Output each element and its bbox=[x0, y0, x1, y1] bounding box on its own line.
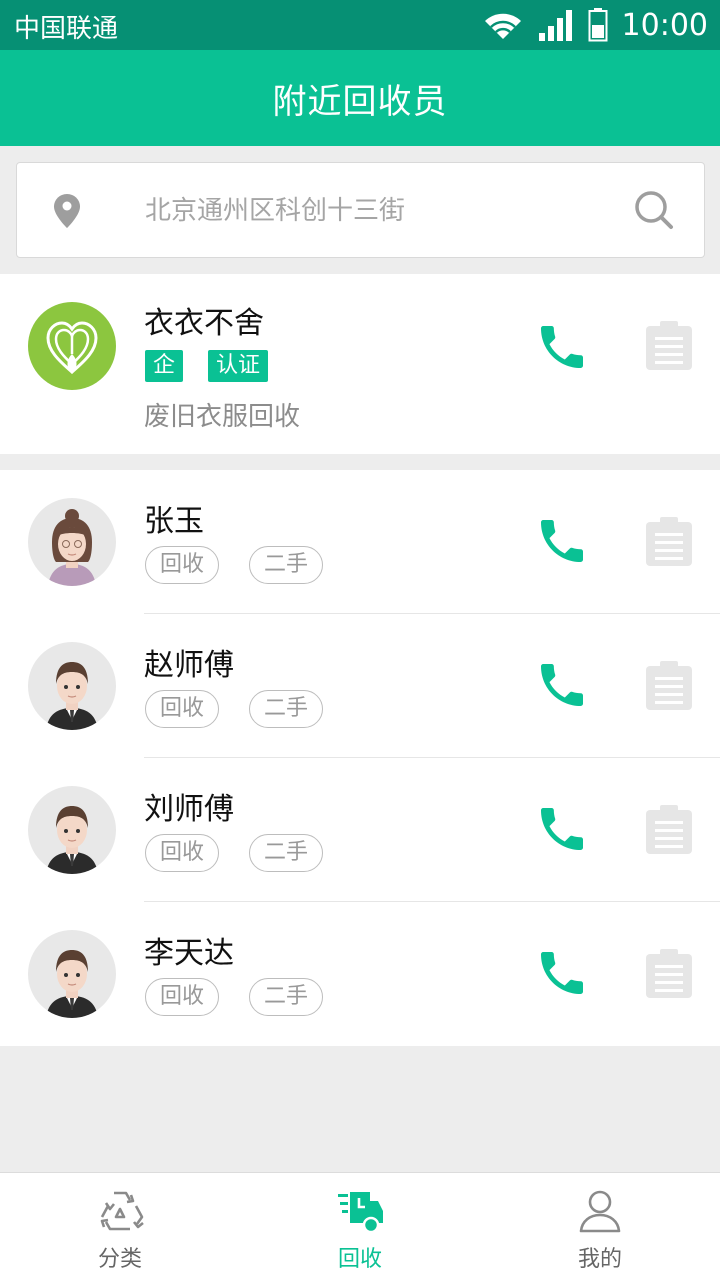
male-avatar bbox=[28, 642, 116, 730]
search-input[interactable] bbox=[145, 187, 605, 235]
search-icon[interactable] bbox=[633, 189, 675, 231]
recycle-icon bbox=[100, 1191, 144, 1231]
collector-name: 赵师傅 bbox=[144, 648, 234, 683]
tag-chip: 回收 bbox=[145, 834, 220, 872]
status-bar: 中国联通 10:00 bbox=[0, 0, 720, 50]
enterprise-badge: 企 bbox=[145, 350, 184, 382]
search-box[interactable] bbox=[16, 162, 705, 258]
collector-list: 张玉 回收 二手 赵师傅 回收 二手 刘师傅 回收 二手 李天达 回收 二手 bbox=[0, 470, 720, 1046]
male-avatar bbox=[28, 786, 116, 874]
clipboard-icon[interactable] bbox=[644, 516, 694, 568]
tab-classify[interactable]: 分类 bbox=[0, 1173, 240, 1280]
collector-row[interactable]: 李天达 回收 二手 bbox=[0, 902, 720, 1046]
location-pin-icon[interactable] bbox=[53, 193, 81, 229]
battery-icon bbox=[588, 8, 608, 42]
collector-name: 李天达 bbox=[144, 936, 234, 971]
enterprise-card[interactable]: 衣衣不舍 企 认证 废旧衣服回收 bbox=[0, 274, 720, 454]
page-title: 附近回收员 bbox=[272, 81, 448, 122]
certified-badge: 认证 bbox=[208, 350, 269, 382]
collector-row[interactable]: 赵师傅 回收 二手 bbox=[0, 614, 720, 758]
male-avatar bbox=[28, 930, 116, 1018]
tag-chip: 二手 bbox=[249, 690, 324, 728]
carrier-name: 中国联通 bbox=[14, 14, 119, 44]
title-bar: 附近回收员 bbox=[0, 50, 720, 146]
tab-label: 我的 bbox=[577, 1247, 622, 1272]
tag-chip: 回收 bbox=[145, 546, 220, 584]
enterprise-logo bbox=[28, 302, 116, 390]
wifi-icon bbox=[484, 13, 521, 40]
clipboard-icon[interactable] bbox=[644, 320, 694, 372]
tag-chip: 二手 bbox=[249, 978, 324, 1016]
status-icons: 10:00 bbox=[482, 4, 708, 46]
collector-name: 张玉 bbox=[144, 504, 204, 539]
tag-chip: 二手 bbox=[249, 546, 324, 584]
tag-chip: 二手 bbox=[249, 834, 324, 872]
signal-icon bbox=[538, 10, 572, 41]
bottom-tab-bar: 分类 回收 我的 bbox=[0, 1172, 720, 1280]
tab-label: 回收 bbox=[337, 1247, 382, 1272]
phone-icon[interactable] bbox=[534, 945, 590, 1001]
clipboard-icon[interactable] bbox=[644, 948, 694, 1000]
leaf-heart-icon bbox=[46, 321, 98, 374]
enterprise-description: 废旧衣服回收 bbox=[144, 402, 301, 432]
clipboard-icon[interactable] bbox=[644, 804, 694, 856]
user-icon bbox=[579, 1190, 621, 1233]
tab-label: 分类 bbox=[97, 1247, 142, 1272]
clipboard-icon[interactable] bbox=[644, 660, 694, 712]
enterprise-name: 衣衣不舍 bbox=[144, 306, 264, 341]
phone-icon[interactable] bbox=[534, 513, 590, 569]
collector-name: 刘师傅 bbox=[144, 792, 234, 827]
collector-row[interactable]: 张玉 回收 二手 bbox=[0, 470, 720, 614]
clock: 10:00 bbox=[621, 7, 708, 43]
tab-recycle[interactable]: 回收 bbox=[240, 1173, 480, 1280]
tag-chip: 回收 bbox=[145, 978, 220, 1016]
phone-icon[interactable] bbox=[534, 657, 590, 713]
phone-icon[interactable] bbox=[534, 801, 590, 857]
female-avatar bbox=[28, 498, 116, 586]
collector-row[interactable]: 刘师傅 回收 二手 bbox=[0, 758, 720, 902]
delivery-truck-icon bbox=[338, 1192, 383, 1234]
tag-chip: 回收 bbox=[145, 690, 220, 728]
phone-icon[interactable] bbox=[534, 319, 590, 375]
tab-mine[interactable]: 我的 bbox=[480, 1173, 720, 1280]
